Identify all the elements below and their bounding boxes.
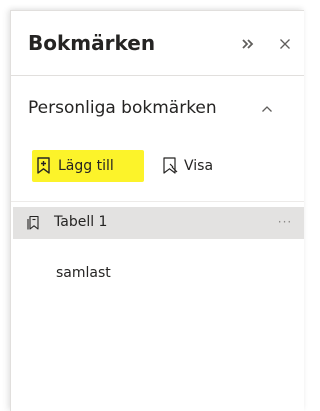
bookmark-item[interactable]: samlast — [13, 259, 304, 289]
bookmark-group-item[interactable]: Tabell 1 ··· — [13, 207, 304, 239]
bookmark-view-icon — [161, 156, 179, 176]
double-chevron-right-icon — [241, 38, 255, 50]
bookmark-group-label: Tabell 1 — [54, 214, 108, 230]
add-bookmark-button[interactable]: Lägg till — [32, 150, 144, 182]
collapse-section-button[interactable] — [258, 101, 276, 117]
bookmark-item-label: samlast — [56, 265, 111, 281]
add-bookmark-label: Lägg till — [58, 158, 114, 174]
expand-pane-button[interactable] — [237, 34, 259, 54]
view-bookmark-button[interactable]: Visa — [161, 150, 213, 182]
bookmark-add-icon — [35, 156, 53, 176]
section-title: Personliga bokmärken — [28, 98, 217, 118]
bookmarks-toolbar: Lägg till Visa — [11, 139, 304, 202]
view-bookmark-label: Visa — [184, 158, 214, 174]
chevron-up-icon — [261, 105, 273, 113]
bookmarks-pane: Bokmärken Personliga bokmärken Lägg till… — [10, 10, 304, 411]
close-icon — [279, 38, 291, 50]
pane-title: Bokmärken — [28, 31, 156, 55]
personal-bookmarks-section: Personliga bokmärken — [11, 76, 304, 138]
bookmark-group-icon — [27, 215, 41, 231]
more-options-button[interactable]: ··· — [275, 211, 295, 233]
pane-header: Bokmärken — [11, 11, 304, 76]
close-pane-button[interactable] — [274, 34, 296, 54]
